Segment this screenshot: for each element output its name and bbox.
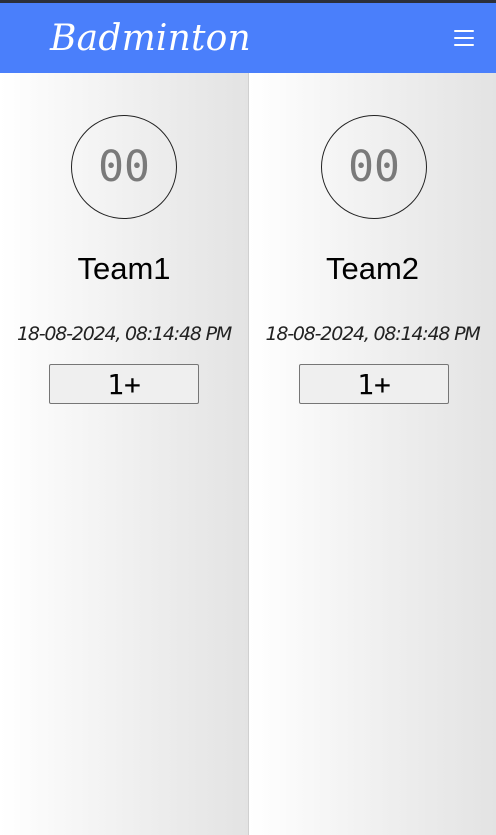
team-panel-1: 00 Team1 18-08-2024, 08:14:48 PM 1+ — [0, 73, 248, 835]
team1-score: 00 — [98, 142, 150, 192]
team1-name: Team1 — [77, 251, 171, 286]
app-title: Badminton — [50, 18, 251, 59]
team2-timestamp: 18-08-2024, 08:14:48 PM — [265, 323, 480, 345]
team2-name: Team2 — [325, 251, 420, 286]
app-root: Badminton 00 Team1 18-08-2024, 08:14:48 … — [0, 0, 496, 835]
menu-line — [454, 37, 474, 39]
team2-score: 00 — [348, 142, 400, 192]
menu-line — [454, 30, 474, 32]
menu-line — [454, 44, 474, 46]
team1-score-circle: 00 — [71, 115, 177, 219]
team1-increment-button[interactable]: 1+ — [49, 364, 199, 404]
team2-score-circle: 00 — [321, 115, 427, 219]
team2-increment-button[interactable]: 1+ — [299, 364, 449, 404]
scoreboard: 00 Team1 18-08-2024, 08:14:48 PM 1+ 00 T… — [0, 73, 496, 835]
team-panel-2: 00 Team2 18-08-2024, 08:14:48 PM 1+ — [249, 73, 496, 835]
top-navbar: Badminton — [0, 0, 496, 73]
hamburger-menu-icon[interactable] — [454, 28, 474, 46]
team1-timestamp: 18-08-2024, 08:14:48 PM — [16, 323, 232, 345]
